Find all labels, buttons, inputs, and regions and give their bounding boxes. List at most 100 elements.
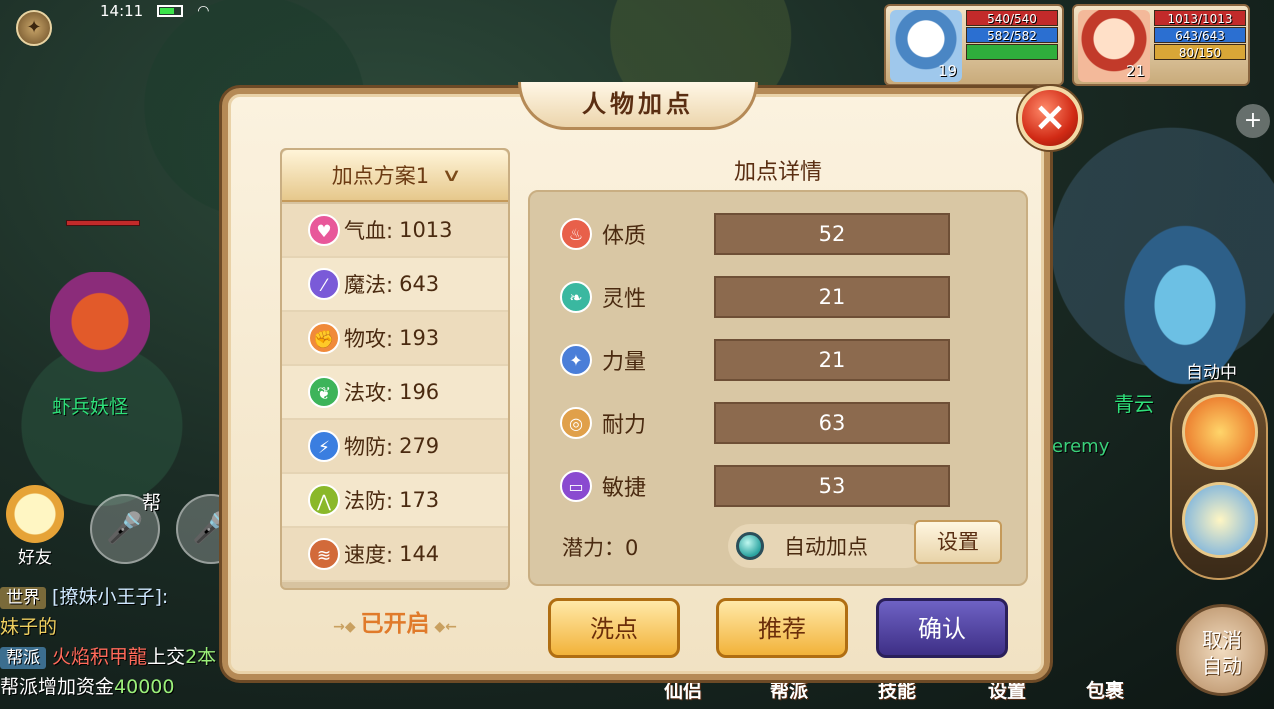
monster-hp-bar [66, 220, 140, 226]
stat-row: ✦ 力量 21 [560, 338, 1000, 382]
chat-log[interactable]: 世界 [撩妹小王子]: 妹子的 帮派 火焰积甲龍上交2本 帮派增加资金40000 [0, 582, 230, 702]
attribute-label: 物攻: [344, 327, 394, 351]
battery-icon [157, 5, 184, 17]
monster-sprite[interactable] [50, 272, 150, 382]
pet-mp-bar: 582/582 [966, 27, 1058, 43]
attribute-label: 速度: [344, 543, 394, 567]
chat-sender: 火焰积甲龍 [52, 646, 148, 668]
chevron-down-icon: ∨ [441, 164, 463, 186]
clock: 14:11 [100, 2, 144, 20]
toggle-indicator-icon [736, 532, 764, 560]
stat-label: 力量 [602, 350, 647, 375]
friends-button[interactable]: 好友 [4, 485, 66, 568]
auto-add-toggle[interactable]: 自动加点 [728, 524, 928, 568]
attribute-row: ✊ 物攻: 193 [282, 312, 508, 366]
menu-partner[interactable]: 仙侣 [664, 676, 702, 703]
scheme-label: 加点方案1 [331, 164, 430, 188]
menu-bag[interactable]: 包裹 [1086, 676, 1124, 703]
chat-sender: [撩妹小王子]: [52, 586, 169, 608]
body-icon: ♨ [560, 218, 592, 250]
close-button[interactable]: × [1018, 86, 1082, 150]
chat-channel-tag: 帮派 [0, 647, 46, 669]
stat-value-field[interactable]: 53 [714, 465, 950, 507]
strength-icon: ✦ [560, 344, 592, 376]
potential-points: 潜力：0 [562, 536, 639, 560]
stat-value-field[interactable]: 63 [714, 402, 950, 444]
fist-icon: ✊ [308, 322, 340, 354]
agility-icon: ▭ [560, 470, 592, 502]
stat-row: ♨ 体质 52 [560, 212, 1000, 256]
shield-icon: ⋀ [308, 484, 340, 516]
lightning-icon: ⚡ [308, 430, 340, 462]
magic-icon: ⁄ [308, 268, 340, 300]
attribute-row: ⁄ 魔法: 643 [282, 258, 508, 312]
wifi-icon: ◠ [197, 3, 210, 19]
device-status-bar: 14:11 ◠ [100, 2, 209, 20]
attribute-value: 643 [399, 272, 440, 296]
stat-value-field[interactable]: 21 [714, 339, 950, 381]
pet-level: 19 [938, 62, 958, 80]
attribute-label: 法防: [344, 489, 394, 513]
attribute-value: 196 [399, 380, 440, 404]
friends-label: 好友 [18, 548, 52, 568]
pet-exp-bar [966, 44, 1058, 60]
confirm-button[interactable]: 确认 [876, 598, 1008, 658]
auto-status-label: 自动中 [1186, 363, 1237, 383]
chat-channel-tag: 世界 [0, 587, 46, 609]
compass-icon[interactable]: ✦ [16, 10, 52, 46]
chat-text: 2本 [185, 646, 217, 668]
attribute-row: ❦ 法攻: 196 [282, 366, 508, 420]
chat-line: 帮派 火焰积甲龍上交2本 [0, 642, 230, 672]
spirit-icon: ❧ [560, 281, 592, 313]
attribute-label: 物防: [344, 435, 394, 459]
wing-icon: ≋ [308, 538, 340, 570]
menu-settings[interactable]: 设置 [988, 676, 1026, 703]
scheme-status: →◆ 已开启 ◆← [280, 604, 510, 638]
player-sp-bar: 80/150 [1154, 44, 1246, 60]
chat-text: 上交 [147, 646, 186, 668]
attribute-row: ⚡ 物防: 279 [282, 420, 508, 474]
reset-points-button[interactable]: 洗点 [548, 598, 680, 658]
auto-settings-button[interactable]: 设置 [914, 520, 1002, 564]
menu-skills[interactable]: 技能 [878, 676, 916, 703]
player-status-card[interactable]: 21 1013/1013 643/643 80/150 [1072, 4, 1250, 86]
attribute-value: 144 [399, 542, 440, 566]
detail-panel: 潜力：0 自动加点 设置 ♨ 体质 52 ❧ 灵性 21 ✦ 力量 21 ◎ 耐力 63 ▭ 敏捷 53 [528, 190, 1028, 586]
attribute-label: 法攻: [344, 381, 394, 405]
recommend-button[interactable]: 推荐 [716, 598, 848, 658]
scheme-dropdown[interactable]: 加点方案1 ∨ [282, 150, 508, 202]
attribute-label: 魔法: [344, 273, 394, 297]
ornament-icon: ◆← [429, 619, 457, 635]
menu-guild[interactable]: 帮派 [770, 676, 808, 703]
stat-label: 灵性 [602, 287, 647, 312]
chat-amount: 40000 [114, 676, 175, 698]
skill-column [1170, 380, 1268, 580]
heart-icon: ♥ [308, 214, 340, 246]
hero-name: 青云 [1114, 392, 1154, 416]
player-mp-bar: 643/643 [1154, 27, 1246, 43]
stat-value-field[interactable]: 21 [714, 276, 950, 318]
attribute-value: 193 [399, 326, 440, 350]
opened-label: 已开启 [360, 611, 430, 637]
voice-guild-tag: 帮 [142, 492, 162, 514]
stat-label: 敏捷 [602, 476, 647, 501]
monster-name: 虾兵妖怪 [52, 396, 129, 418]
attribute-value: 173 [399, 488, 440, 512]
expand-icon[interactable]: + [1236, 104, 1270, 138]
dialog-title: 人物加点 [518, 82, 758, 130]
pet-status-card[interactable]: 19 540/540 582/582 [884, 4, 1064, 86]
ornament-icon: →◆ [333, 619, 361, 635]
fire-skill-icon[interactable] [1182, 394, 1258, 470]
hero-sub-name: eremy [1052, 436, 1110, 457]
cancel-auto-label: 取消 自动 [1202, 628, 1242, 678]
stat-value-field[interactable]: 52 [714, 213, 950, 255]
chat-line: 世界 [撩妹小王子]: [0, 582, 230, 612]
close-icon: × [1033, 94, 1067, 140]
attribute-panel: 加点方案1 ∨ ♥ 气血: 1013 ⁄ 魔法: 643 ✊ 物攻: 193 ❦ 法攻: 196 ⚡ 物防… [280, 148, 510, 590]
attribute-label: 气血: [344, 219, 394, 243]
cancel-auto-button[interactable]: 取消 自动 [1176, 604, 1268, 696]
attribute-row: ≋ 速度: 144 [282, 528, 508, 582]
leaf-icon: ❦ [308, 376, 340, 408]
ice-skill-icon[interactable] [1182, 482, 1258, 558]
pet-hp-bar: 540/540 [966, 10, 1058, 26]
